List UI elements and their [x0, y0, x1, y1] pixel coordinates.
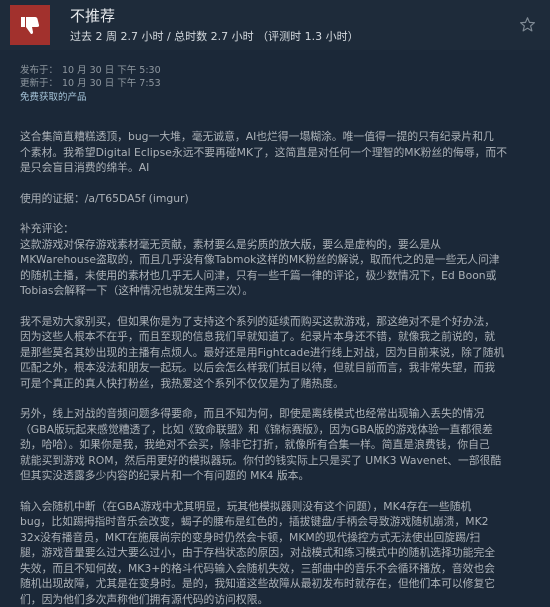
review-paragraph: 使用的证据：/a/T65DA5f (imgur): [20, 191, 530, 207]
updated-date: 10 月 30 日 下午 7:53: [62, 77, 161, 90]
thumbs-down-icon: [10, 5, 50, 45]
verdict-title: 不推荐: [70, 6, 359, 26]
review-meta: 发布于： 10 月 30 日 下午 5:30 更新于： 10 月 30 日 下午…: [20, 64, 530, 90]
posted-row: 发布于： 10 月 30 日 下午 5:30: [20, 64, 530, 77]
review-paragraph: 输入会随机中断（在GBA游戏中尤其明显，玩其他模拟器则没有这个问题），MK4存在…: [20, 499, 530, 607]
updated-label: 更新于：: [20, 77, 62, 90]
review-body: 这合集简直糟糕透顶，bug一大堆，毫无诚意，AI也烂得一塌糊涂。唯一值得一提的只…: [20, 129, 530, 607]
review-paragraph: 补充评论： 这款游戏对保存游戏素材毫无贡献，素材要么是劣质的放大版，要么是虚构的…: [20, 221, 530, 299]
posted-label: 发布于：: [20, 64, 62, 77]
posted-date: 10 月 30 日 下午 5:30: [62, 64, 161, 77]
review-paragraph: 这合集简直糟糕透顶，bug一大堆，毫无诚意，AI也烂得一塌糊涂。唯一值得一提的只…: [20, 129, 530, 176]
playtime-hours: 过去 2 周 2.7 小时 / 总时数 2.7 小时 （评测时 1.3 小时）: [70, 29, 359, 45]
review-paragraph: 我不是劝大家别买，但如果你是为了支持这个系列的延续而购买这款游戏，那这绝对不是个…: [20, 314, 530, 392]
review-header: 不推荐 过去 2 周 2.7 小时 / 总时数 2.7 小时 （评测时 1.3 …: [0, 0, 550, 50]
updated-row: 更新于： 10 月 30 日 下午 7:53: [20, 77, 530, 90]
review-paragraph: 另外，线上对战的音频问题多得要命，而且不知为何，即使是离线模式也经常出现输入丢失…: [20, 406, 530, 484]
review-content: 发布于： 10 月 30 日 下午 5:30 更新于： 10 月 30 日 下午…: [0, 50, 550, 607]
star-icon[interactable]: [519, 16, 536, 37]
free-product-note: 免费获取的产品: [20, 91, 530, 105]
